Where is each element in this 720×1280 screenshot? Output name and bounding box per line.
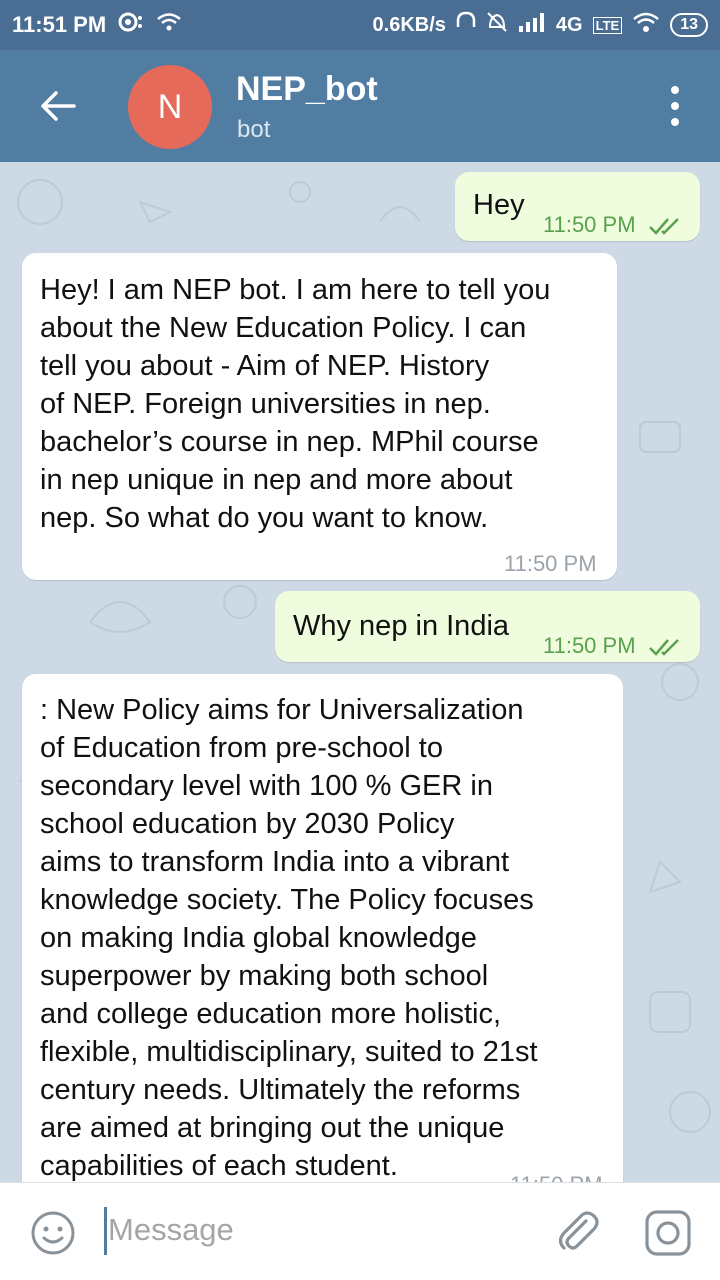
message-line: Hey! I am NEP bot. I am here to tell you (40, 274, 551, 306)
volte-badge: LTE (592, 16, 623, 34)
network-speed: 0.6KB/s (372, 13, 446, 36)
wifi-small-icon (156, 12, 182, 38)
camera-icon[interactable] (644, 1209, 692, 1257)
battery-indicator: 13 (670, 13, 708, 37)
network-type: 4G (555, 13, 583, 36)
status-time: 11:51 PM (12, 12, 107, 37)
message-line: of Education from pre-school to (40, 732, 443, 764)
chat-header: N NEP_bot bot (0, 50, 720, 162)
message-time: 11:50 PM (510, 1166, 603, 1182)
message-line: tell you about - Aim of NEP. History (40, 350, 490, 382)
wifi-icon (632, 11, 660, 39)
message-text: Why nep in India (293, 610, 510, 642)
message-line: and college education more holistic, (40, 998, 502, 1030)
incoming-message[interactable]: : New Policy aims for Universalization o… (22, 674, 623, 1182)
message-text: Hey (473, 189, 525, 221)
message-line: : New Policy aims for Universalization (40, 694, 524, 726)
message-input[interactable] (108, 1205, 528, 1255)
alarm-off-icon (486, 11, 508, 39)
message-line: about the New Education Policy. I can (40, 312, 527, 344)
time-text: 11:50 PM (543, 633, 636, 658)
message-time: 11:50 PM (543, 627, 682, 665)
chat-subtitle: bot (237, 116, 271, 143)
message-line: bachelor’s course in nep. MPhil course (40, 426, 539, 458)
signal-icon (518, 12, 546, 38)
outgoing-message[interactable]: Hey 11:50 PM (455, 172, 700, 241)
message-line: superpower by making both school (40, 960, 489, 992)
message-line: aims to transform India into a vibrant (40, 846, 510, 878)
message-time: 11:50 PM (543, 206, 682, 244)
double-check-icon (648, 639, 679, 657)
message-line: on making India global knowledge (40, 922, 477, 954)
message-line: are aimed at bringing out the unique (40, 1112, 505, 1144)
message-line: knowledge society. The Policy focuses (40, 884, 534, 916)
double-check-icon (648, 218, 679, 236)
message-line: in nep unique in nep and more about (40, 464, 513, 496)
message-line: secondary level with 100 % GER in (40, 770, 493, 802)
message-line: flexible, multidisciplinary, suited to 2… (40, 1036, 538, 1068)
message-text: : New Policy aims for Universalization o… (40, 691, 538, 1182)
message-text: Hey! I am NEP bot. I am here to tell you… (40, 271, 550, 537)
outgoing-message[interactable]: Why nep in India 11:50 PM (275, 591, 700, 662)
avatar-letter: N (157, 87, 183, 126)
status-bar: 11:51 PM 0.6KB/s 4G LTE 13 (0, 0, 720, 50)
arrow-left-icon (41, 91, 76, 121)
message-line: capabilities of each student. (40, 1150, 398, 1182)
paperclip-icon[interactable] (552, 1207, 602, 1257)
text-caret (104, 1207, 107, 1255)
incoming-message[interactable]: Hey! I am NEP bot. I am here to tell you… (22, 253, 617, 580)
time-text: 11:50 PM (543, 212, 636, 237)
avatar[interactable]: N (128, 65, 212, 149)
message-composer (0, 1182, 720, 1280)
back-button[interactable] (30, 78, 86, 134)
notification-icon (118, 12, 144, 38)
smile-icon[interactable] (30, 1210, 76, 1256)
message-time: 11:50 PM (504, 551, 597, 576)
headset-icon (456, 11, 476, 39)
message-line: school education by 2030 Policy (40, 808, 455, 840)
message-line: nep. So what do you want to know. (40, 502, 489, 534)
chat-area[interactable]: Hey 11:50 PM Hey! I am NEP bot. I am her… (0, 162, 720, 1182)
message-line: century needs. Ultimately the reforms (40, 1074, 521, 1106)
message-line: of NEP. Foreign universities in nep. (40, 388, 491, 420)
chat-title[interactable]: NEP_bot (236, 70, 378, 109)
more-vertical-icon[interactable] (660, 86, 690, 126)
